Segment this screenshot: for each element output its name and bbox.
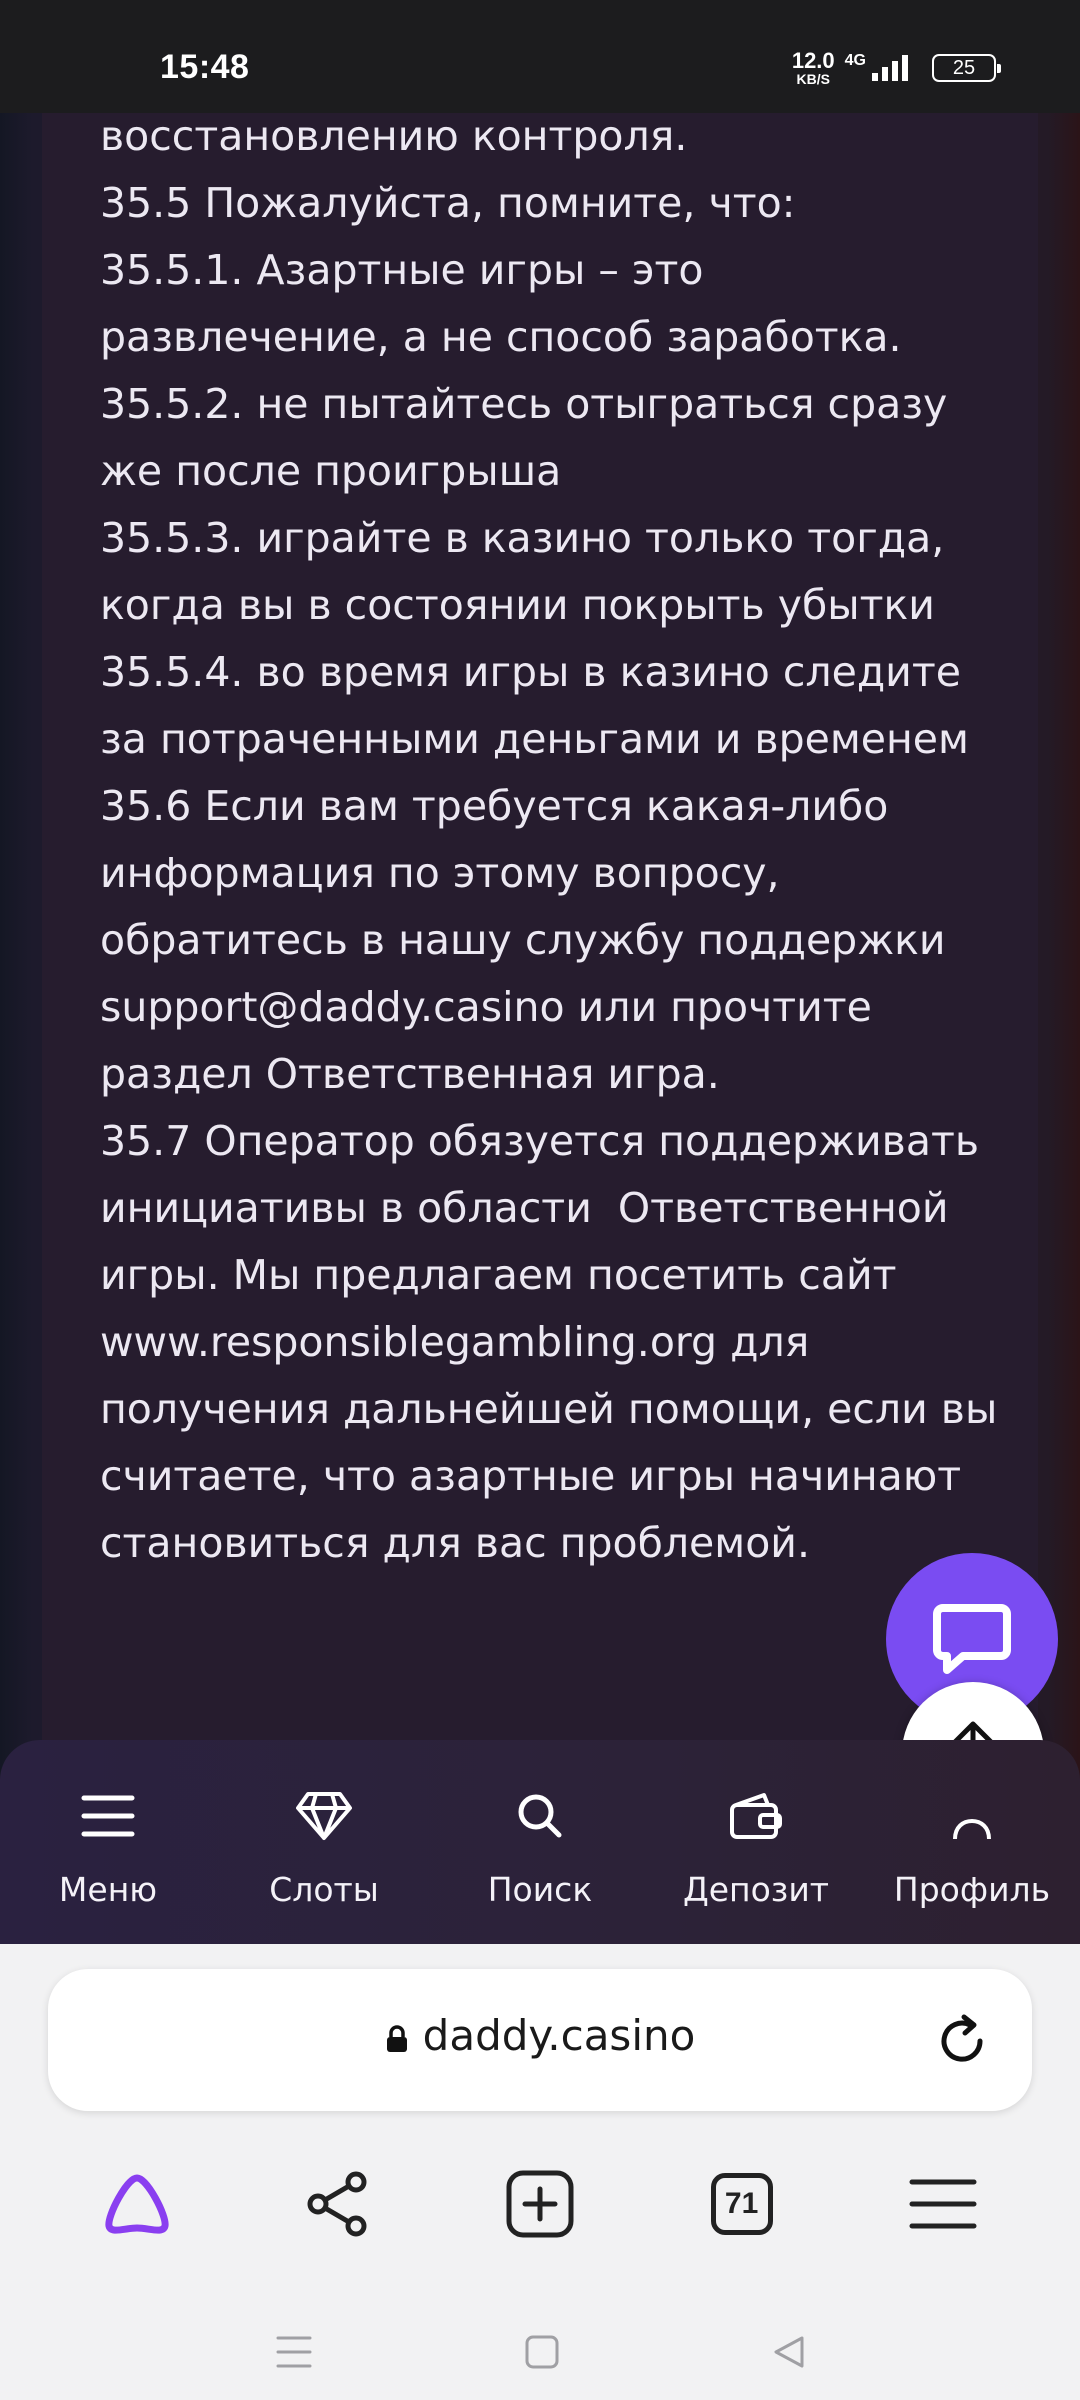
- terms-line: 35.5.2. не пытайтесь отыграться сразу же…: [100, 380, 961, 495]
- reload-button[interactable]: [934, 2013, 990, 2069]
- site-bottom-nav: Меню Слоты Поиск Депозит Профиль: [0, 1740, 1080, 1944]
- nav-menu[interactable]: Меню: [8, 1740, 208, 1944]
- recent-apps-icon[interactable]: [274, 2334, 314, 2370]
- user-icon: [953, 1818, 991, 1840]
- nav-deposit-label: Депозит: [682, 1870, 830, 1909]
- nav-search[interactable]: Поиск: [440, 1740, 640, 1944]
- nav-menu-label: Меню: [58, 1870, 158, 1909]
- nav-profile[interactable]: Профиль: [872, 1740, 1072, 1944]
- nav-profile-label: Профиль: [893, 1870, 1051, 1909]
- nav-slots[interactable]: Слоты: [224, 1740, 424, 1944]
- search-icon: [518, 1794, 562, 1838]
- share-button[interactable]: [278, 2144, 398, 2264]
- address-bar[interactable]: daddy.casino: [48, 1969, 1032, 2111]
- status-icons: 12.0 KB/S 4G 25: [791, 48, 1001, 87]
- back-icon[interactable]: [770, 2334, 806, 2370]
- system-nav-bar: [0, 2304, 1080, 2400]
- terms-line: 35.7 Оператор обязуется поддерживать ини…: [100, 1117, 998, 1567]
- diamond-icon: [296, 1792, 352, 1840]
- wallet-icon: [730, 1793, 782, 1839]
- terms-line: 35.5.4. во время игры в казино следите з…: [100, 648, 974, 763]
- signal-icon: [872, 55, 908, 81]
- network-type: 4G: [844, 52, 866, 69]
- terms-line: 35.5.1. Азартные игры – это развлечение,…: [100, 246, 902, 361]
- home-icon[interactable]: [524, 2334, 560, 2370]
- terms-line: 35.5 Пожалуйста, помните, что:: [100, 179, 796, 227]
- reload-icon: [941, 2014, 983, 2062]
- nav-slots-label: Слоты: [269, 1870, 379, 1909]
- alice-icon: [105, 2174, 169, 2234]
- network-speed-value: 12.0: [791, 48, 835, 73]
- terms-line: восстановлению контроля.: [100, 112, 688, 160]
- status-time: 15:48: [160, 48, 250, 86]
- chat-icon: [933, 1604, 1011, 1674]
- network-speed-unit: KB/S: [796, 71, 830, 87]
- address-url: daddy.casino: [422, 2011, 696, 2060]
- hamburger-icon: [909, 2179, 977, 2229]
- nav-deposit[interactable]: Депозит: [656, 1740, 856, 1944]
- share-icon: [307, 2171, 367, 2237]
- lock-icon: [386, 2025, 407, 2052]
- terms-line: 35.6 Если вам требуется какая-либо инфор…: [100, 782, 959, 1098]
- terms-line: 35.5.3. играйте в казино только тогда, к…: [100, 514, 958, 629]
- plus-square-icon: [506, 2170, 574, 2238]
- tabs-count: 71: [710, 2173, 773, 2235]
- network-speed: 12.0 KB/S: [791, 48, 835, 87]
- nav-search-label: Поиск: [487, 1870, 593, 1909]
- battery-icon: 25: [932, 54, 1001, 82]
- alice-assistant-button[interactable]: [77, 2144, 197, 2264]
- browser-toolbar: 71: [0, 2144, 1080, 2264]
- tabs-button[interactable]: 71: [682, 2144, 802, 2264]
- address-text-wrap: daddy.casino: [48, 2011, 1032, 2060]
- browser-chrome: daddy.casino 71: [0, 1944, 1080, 2400]
- status-bar: 15:48 12.0 KB/S 4G 25: [0, 0, 1080, 113]
- new-tab-button[interactable]: [480, 2144, 600, 2264]
- browser-menu-button[interactable]: [883, 2144, 1003, 2264]
- battery-level: 25: [952, 56, 976, 79]
- menu-icon: [81, 1795, 135, 1837]
- terms-text: восстановлению контроля. 35.5 Пожалуйста…: [100, 103, 1000, 1577]
